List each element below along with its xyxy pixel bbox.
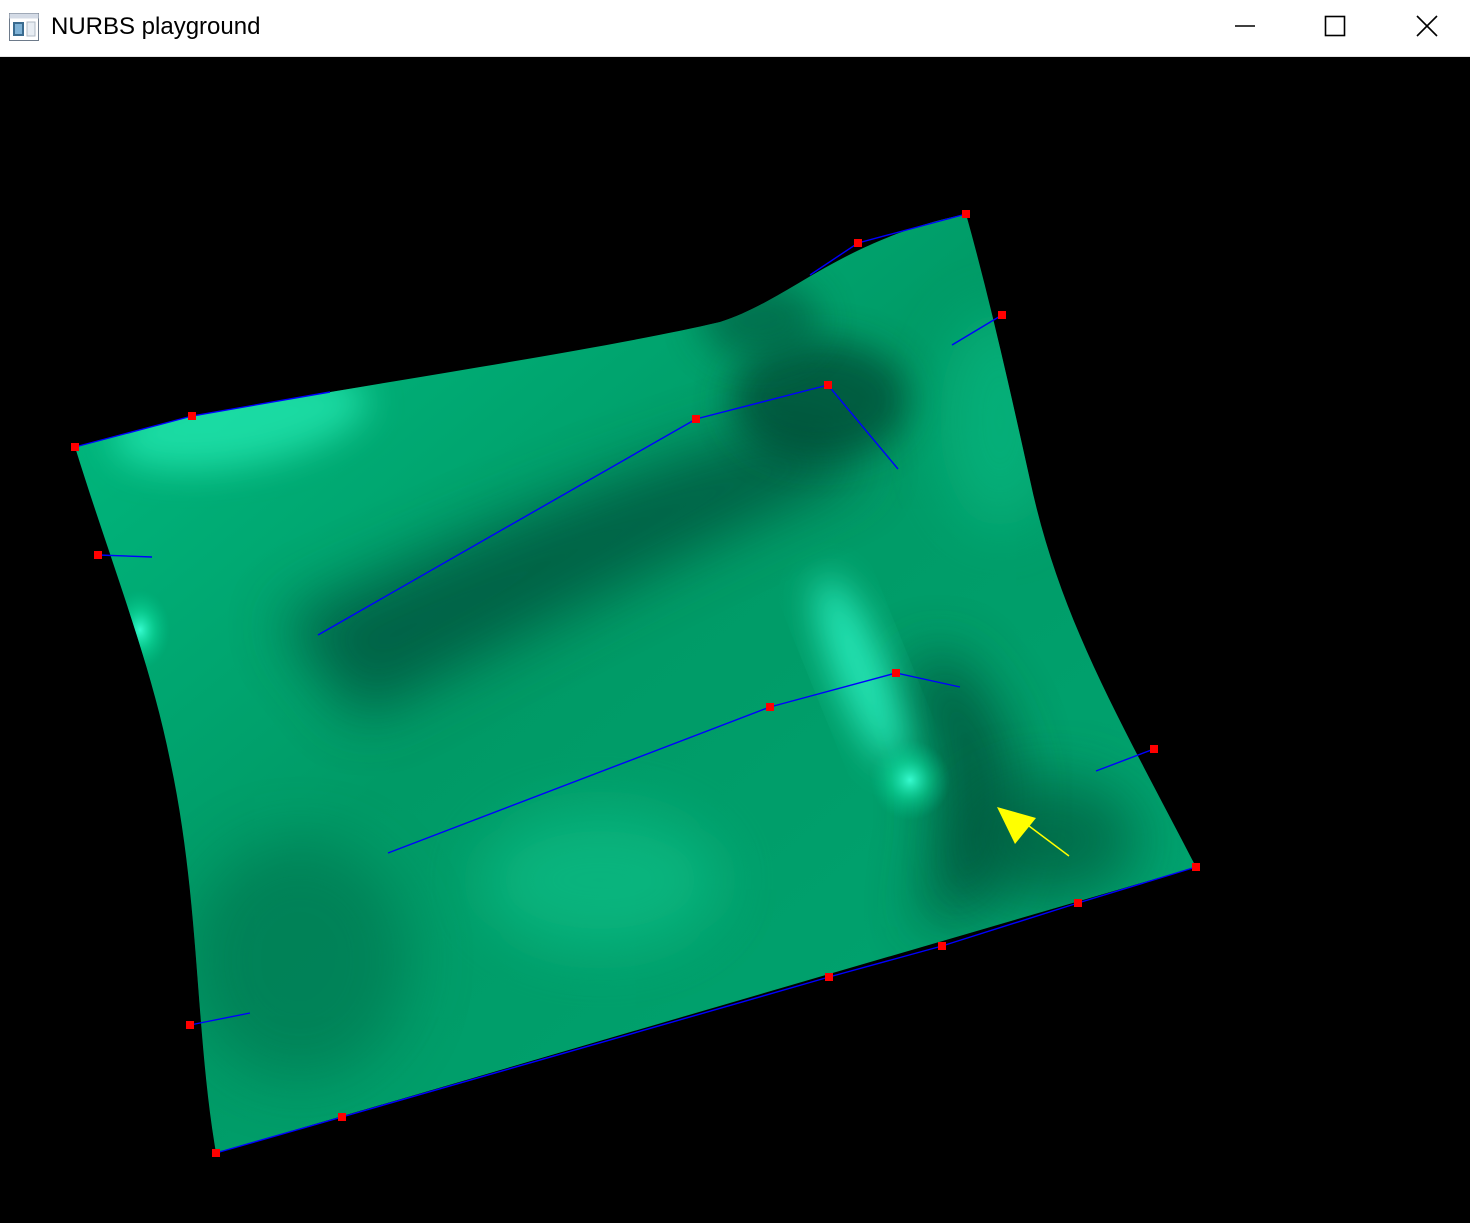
control-point[interactable] [338,1113,346,1121]
control-point[interactable] [186,1021,194,1029]
control-point[interactable] [892,669,900,677]
scene-canvas[interactable] [0,57,1470,1223]
control-point[interactable] [212,1149,220,1157]
control-point[interactable] [854,239,862,247]
control-point[interactable] [1150,745,1158,753]
control-point[interactable] [824,381,832,389]
control-point[interactable] [938,942,946,950]
app-window-icon [9,13,39,41]
control-point[interactable] [71,443,79,451]
app-window: NURBS playground [0,0,1470,1223]
close-button[interactable] [1381,0,1470,56]
minimize-button[interactable] [1199,0,1291,56]
control-point[interactable] [1074,899,1082,907]
opengl-viewport[interactable] [0,57,1470,1223]
control-point[interactable] [998,311,1006,319]
control-point[interactable] [825,973,833,981]
maximize-icon [1324,15,1346,42]
title-bar[interactable]: NURBS playground [0,0,1470,57]
control-point[interactable] [962,210,970,218]
close-icon [1416,14,1438,42]
control-point[interactable] [188,412,196,420]
minimize-icon [1234,15,1256,42]
window-title: NURBS playground [51,13,261,40]
control-point[interactable] [766,703,774,711]
nurbs-surface [75,214,1196,1153]
control-point[interactable] [1192,863,1200,871]
control-point[interactable] [94,551,102,559]
maximize-button[interactable] [1289,0,1381,56]
control-point[interactable] [692,415,700,423]
